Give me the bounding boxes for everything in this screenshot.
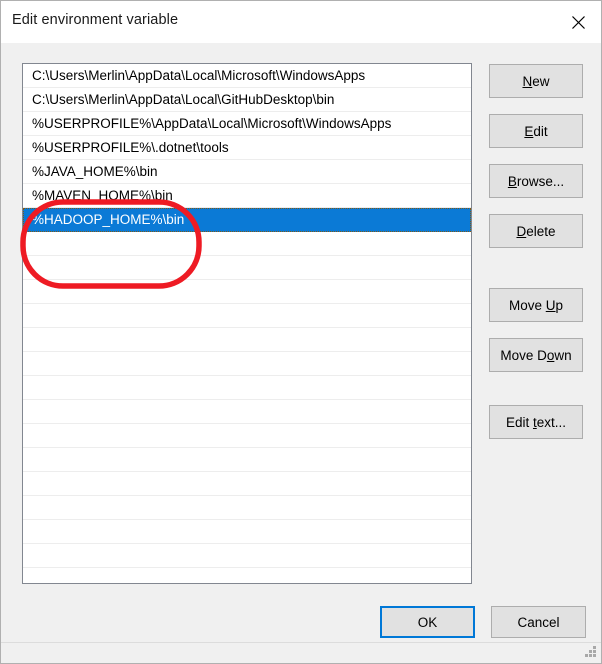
list-item-empty[interactable]	[23, 448, 471, 472]
path-entries-listbox[interactable]: C:\Users\Merlin\AppData\Local\Microsoft\…	[22, 63, 472, 584]
cancel-button-label: Cancel	[517, 614, 560, 630]
list-item-empty[interactable]	[23, 520, 471, 544]
resize-grip[interactable]	[584, 646, 597, 659]
ok-button[interactable]: OK	[380, 606, 475, 638]
new-button[interactable]: New	[489, 64, 583, 98]
edit-text-button-label: Edit text...	[505, 414, 567, 430]
list-item-empty[interactable]	[23, 496, 471, 520]
list-item-empty[interactable]	[23, 376, 471, 400]
list-item[interactable]: %HADOOP_HOME%\bin	[23, 208, 471, 232]
ok-button-label: OK	[417, 614, 438, 630]
titlebar: Edit environment variable	[1, 1, 601, 43]
move-down-button-label: Move Down	[500, 347, 572, 363]
list-item[interactable]: C:\Users\Merlin\AppData\Local\GitHubDesk…	[23, 88, 471, 112]
delete-button-label: Delete	[516, 223, 556, 239]
list-item[interactable]: %USERPROFILE%\AppData\Local\Microsoft\Wi…	[23, 112, 471, 136]
list-item[interactable]: %MAVEN_HOME%\bin	[23, 184, 471, 208]
edit-text-button[interactable]: Edit text...	[489, 405, 583, 439]
listbox-rows: C:\Users\Merlin\AppData\Local\Microsoft\…	[23, 64, 471, 583]
list-item-empty[interactable]	[23, 304, 471, 328]
list-item-empty[interactable]	[23, 232, 471, 256]
list-item[interactable]: C:\Users\Merlin\AppData\Local\Microsoft\…	[23, 64, 471, 88]
browse-button[interactable]: Browse...	[489, 164, 583, 198]
close-icon[interactable]	[555, 1, 601, 43]
dialog-client-area: C:\Users\Merlin\AppData\Local\Microsoft\…	[1, 43, 601, 663]
window-title: Edit environment variable	[12, 12, 179, 28]
move-down-button[interactable]: Move Down	[489, 338, 583, 372]
list-item-empty[interactable]	[23, 400, 471, 424]
browse-button-label: Browse...	[507, 173, 565, 189]
cancel-button[interactable]: Cancel	[491, 606, 586, 638]
new-button-label: New	[522, 73, 550, 89]
list-item-empty[interactable]	[23, 424, 471, 448]
list-item[interactable]: %USERPROFILE%\.dotnet\tools	[23, 136, 471, 160]
list-item-empty[interactable]	[23, 472, 471, 496]
list-item-empty[interactable]	[23, 256, 471, 280]
edit-button-label: Edit	[524, 123, 548, 139]
edit-button[interactable]: Edit	[489, 114, 583, 148]
list-item-empty[interactable]	[23, 352, 471, 376]
move-up-button[interactable]: Move Up	[489, 288, 583, 322]
list-item[interactable]: %JAVA_HOME%\bin	[23, 160, 471, 184]
footer-strip	[1, 642, 601, 663]
list-item-empty[interactable]	[23, 280, 471, 304]
list-item-empty[interactable]	[23, 544, 471, 568]
move-up-button-label: Move Up	[508, 297, 564, 313]
edit-environment-variable-dialog: Edit environment variable C:\Users\Merli…	[0, 0, 602, 664]
list-item-empty[interactable]	[23, 328, 471, 352]
delete-button[interactable]: Delete	[489, 214, 583, 248]
